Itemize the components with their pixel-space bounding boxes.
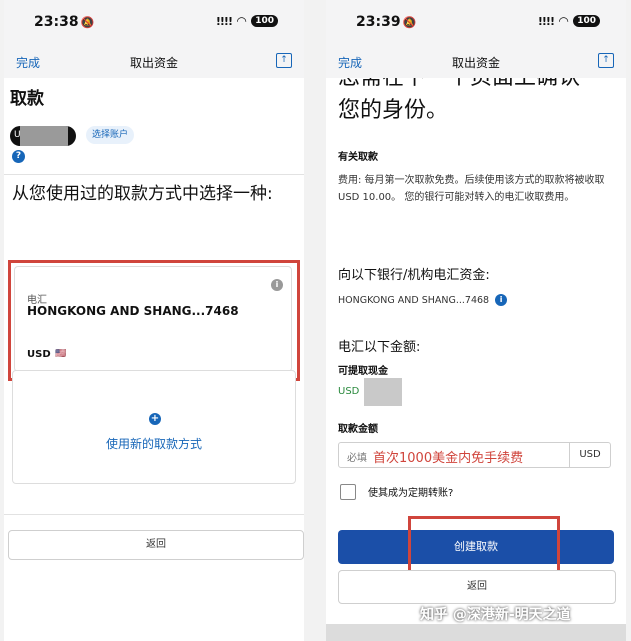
nav-bar: 完成 取出资金 ↑: [326, 44, 626, 78]
signal-icon: !!!!: [537, 14, 555, 28]
about-withdraw-heading: 有关取款: [338, 152, 378, 163]
share-icon[interactable]: ↑: [598, 53, 614, 68]
amount-label: 取款金额: [338, 424, 378, 435]
nav-bar: 完成 取出资金 ↑: [4, 44, 304, 78]
battery-icon: 100: [573, 15, 600, 27]
bell-muted-icon: 🔕: [80, 16, 95, 29]
back-button[interactable]: 返回: [338, 570, 616, 604]
method-question: 从您使用过的取款方式中选择一种:: [12, 184, 273, 204]
help-icon[interactable]: ?: [12, 150, 25, 163]
wifi-icon: ◠: [558, 14, 569, 28]
watermark: 知乎 @深港新-明天之道: [420, 607, 571, 623]
status-bar: 23:39 🔕 !!!! ◠ 100: [326, 0, 626, 44]
bank-name: HONGKONG AND SHANG...7468: [338, 294, 490, 306]
available-amount-redacted: [364, 378, 402, 406]
phone-left: 23:38 🔕 !!!! ◠ 100 完成 取出资金 ↑ 取款 U 选择账户 ? …: [4, 0, 304, 641]
recurring-checkbox[interactable]: [340, 484, 356, 500]
wire-heading: 向以下银行/机构电汇资金:: [338, 268, 490, 283]
identity-notice-top: 您需在下一个页面上确认: [338, 78, 580, 92]
wifi-icon: ◠: [236, 14, 247, 28]
divider: [4, 174, 304, 175]
divider: [4, 514, 304, 515]
new-method-card[interactable]: + 使用新的取款方式: [12, 370, 296, 484]
new-method-label: 使用新的取款方式: [105, 437, 202, 451]
account-redacted: [20, 126, 68, 146]
status-time: 23:39 🔕: [356, 14, 417, 30]
identity-notice: 您的身份。: [338, 98, 449, 123]
bell-muted-icon: 🔕: [402, 16, 417, 29]
plus-icon: +: [149, 413, 161, 425]
back-button[interactable]: 返回: [8, 530, 304, 560]
bottom-bar: [326, 624, 626, 641]
nav-title: 取出资金: [129, 56, 178, 70]
amount-heading: 电汇以下金额:: [338, 340, 421, 355]
amount-input[interactable]: 必填 首次1000美金内免手续费: [338, 442, 570, 468]
info-icon[interactable]: i: [495, 294, 508, 306]
available-currency: USD: [338, 386, 360, 397]
fee-text: 费用: 每月第一次取款免费。后续使用该方式的取款将被收取USD 10.00。 您…: [338, 175, 605, 203]
destination-bank: HONGKONG AND SHANG...7468 i: [338, 294, 508, 306]
battery-icon: 100: [251, 15, 278, 27]
page-title: 取款: [10, 89, 44, 109]
signal-icon: !!!!: [215, 14, 233, 28]
nav-title: 取出资金: [451, 56, 500, 70]
highlight-box: [8, 260, 300, 381]
phone-right: 23:39🔕 !!!! ◠ 100 您需在下一个页面上确认 您的身份。 有关取款…: [326, 0, 626, 641]
status-time: 23:38 🔕: [34, 14, 95, 30]
amount-annotation: 首次1000美金内免手续费: [373, 451, 524, 466]
recurring-label: 使其成为定期转账?: [368, 488, 454, 499]
amount-placeholder: 必填: [347, 453, 367, 464]
highlight-box: [408, 516, 560, 574]
select-account-button[interactable]: 选择账户: [86, 126, 135, 144]
amount-currency: USD: [569, 442, 611, 468]
available-cash-label: 可提取现金: [338, 366, 388, 377]
share-icon[interactable]: ↑: [276, 53, 292, 68]
status-bar: 23:38 🔕 !!!! ◠ 100: [4, 0, 304, 44]
account-pill[interactable]: U: [10, 126, 76, 146]
